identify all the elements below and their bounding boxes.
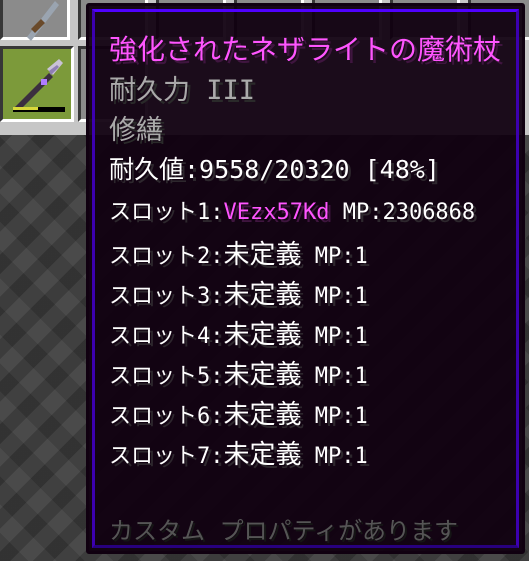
durability-bar-fill [13, 107, 38, 110]
slot-line-7: スロット7:未定義 MP:1 [109, 434, 368, 471]
item-title: 強化されたネザライトの魔術杖 [109, 33, 502, 66]
custom-properties-note: カスタム プロパティがあります [109, 517, 459, 545]
slot-line-1: スロット1:VEzx57Kd MP:2306868 [109, 194, 475, 226]
slot-mp: MP:1 [314, 244, 368, 269]
inventory-slot-selected[interactable] [0, 46, 74, 122]
inventory-slot-top[interactable] [0, 0, 70, 41]
slot-mp: MP:1 [314, 404, 368, 429]
slot-value: 未定義 [223, 400, 302, 430]
slot-value: 未定義 [223, 280, 302, 310]
slot-mp: MP:1 [314, 444, 368, 469]
durability-bar [13, 107, 65, 112]
slot-label: スロット7: [109, 444, 224, 469]
enchantment-mending: 修繕 [109, 115, 163, 146]
slot-label: スロット6: [109, 404, 224, 429]
slot-value: 未定義 [223, 320, 302, 350]
slot-line-5: スロット5:未定義 MP:1 [109, 354, 368, 391]
slot-line-4: スロット4:未定義 MP:1 [109, 314, 368, 351]
slot-line-3: スロット3:未定義 MP:1 [109, 274, 368, 311]
slot-value: 未定義 [223, 240, 302, 270]
slot-label: スロット3: [109, 284, 224, 309]
slot-mp: MP:2306868 [342, 200, 476, 225]
game-screen: 強化されたネザライトの魔術杖 耐久力 III 修繕 耐久値:9558/20320… [0, 0, 529, 561]
pickaxe-icon [27, 1, 59, 41]
slot-value: VEzx57Kd [223, 200, 330, 225]
slot-mp: MP:1 [314, 324, 368, 349]
slot-label: スロット4: [109, 324, 224, 349]
slot-mp: MP:1 [314, 284, 368, 309]
slot-mp: MP:1 [314, 364, 368, 389]
item-tooltip: 強化されたネザライトの魔術杖 耐久力 III 修繕 耐久値:9558/20320… [86, 3, 525, 554]
durability-text: 耐久値:9558/20320 [48%] [109, 155, 440, 184]
slot-line-6: スロット6:未定義 MP:1 [109, 394, 368, 431]
slot-value: 未定義 [223, 440, 302, 470]
slot-label: スロット5: [109, 364, 224, 389]
enchantment-unbreaking: 耐久力 III [109, 75, 256, 106]
netherite-wand-icon [15, 59, 63, 111]
slot-label: スロット2: [109, 244, 224, 269]
slot-line-2: スロット2:未定義 MP:1 [109, 234, 368, 271]
slot-label: スロット1: [109, 200, 224, 225]
slot-value: 未定義 [223, 360, 302, 390]
